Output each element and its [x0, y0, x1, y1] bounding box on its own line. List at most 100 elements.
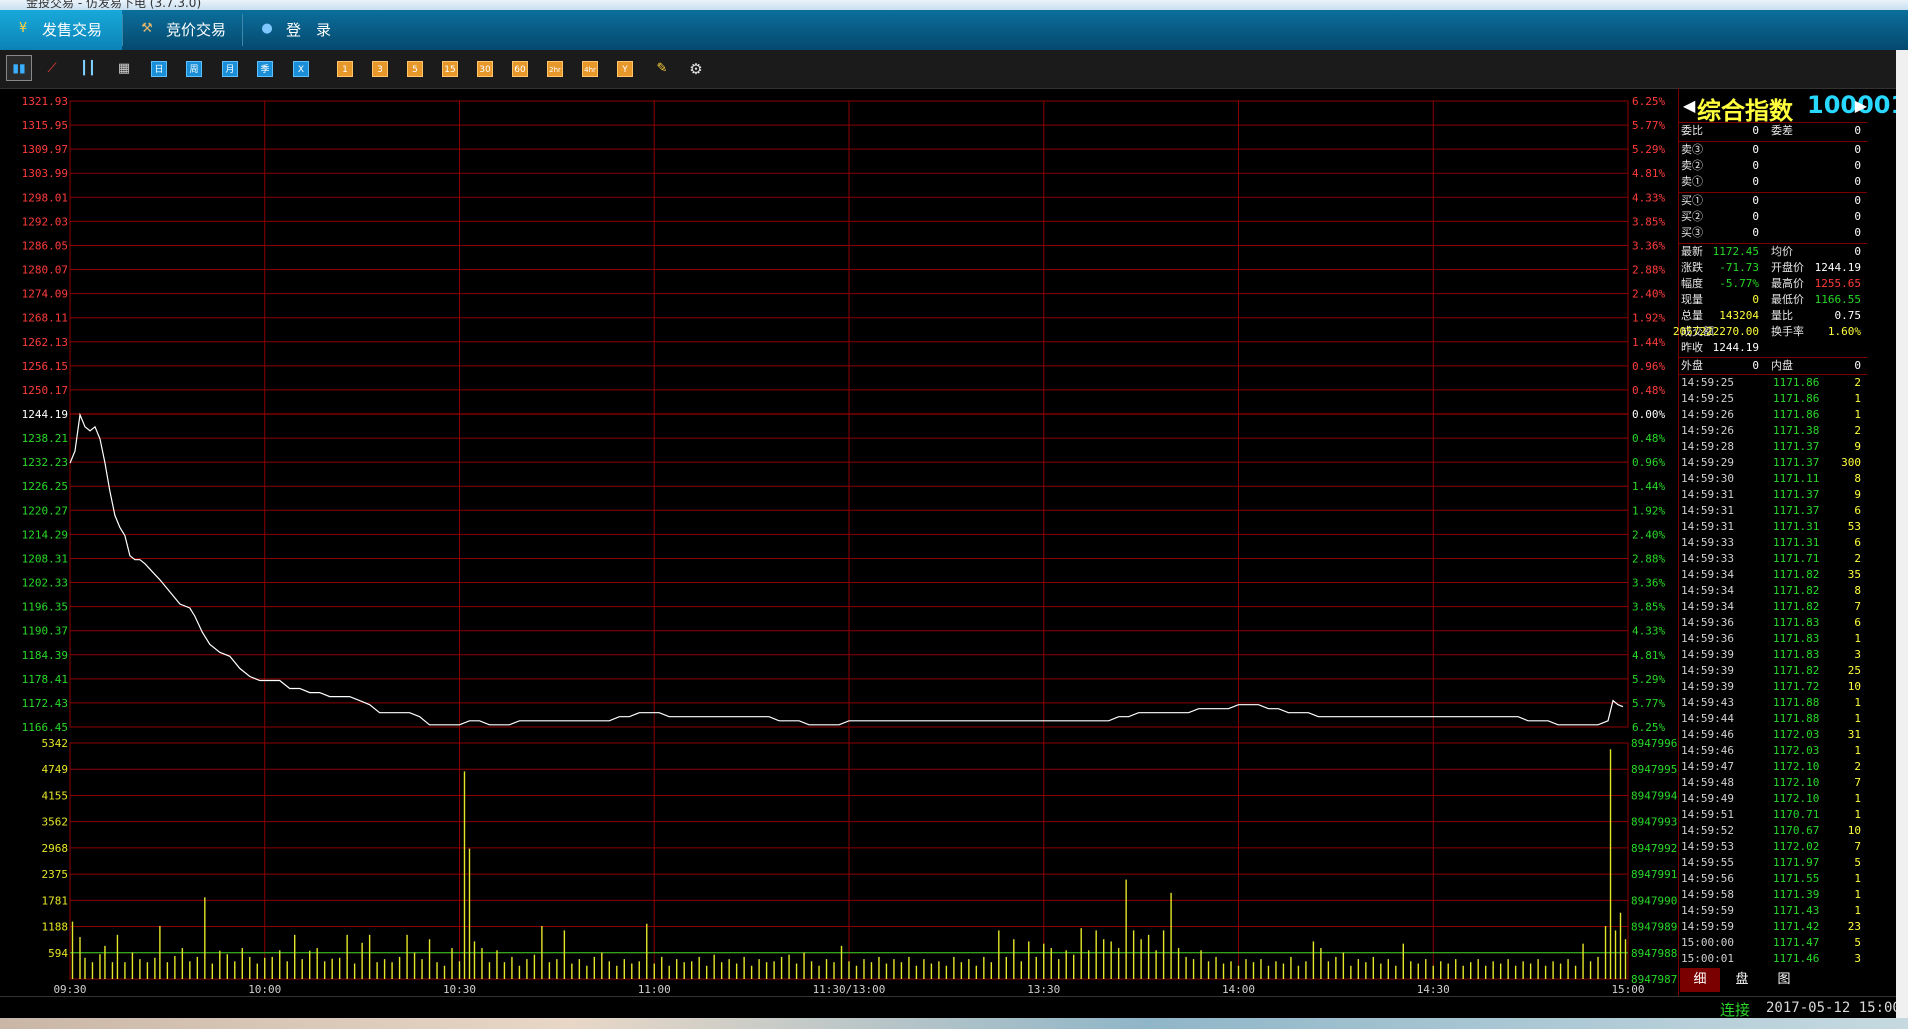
price-tick-label: 1172.43	[22, 697, 68, 710]
tick-volume: 3	[1854, 952, 1861, 965]
outer-label: 外盘	[1681, 359, 1703, 372]
tick-volume: 2	[1854, 424, 1861, 437]
stat-value: 1172.45	[1712, 245, 1759, 258]
window-edge	[1896, 50, 1908, 1018]
price-line	[69, 412, 1624, 726]
time-tick-label: 13:30	[1027, 983, 1060, 996]
kline-chart-icon[interactable]: ┃┃	[80, 61, 96, 77]
price-tick-label: 1274.09	[22, 288, 68, 301]
tick-price: 1171.42	[1773, 920, 1820, 933]
auction-icon: ⚒	[141, 21, 153, 36]
tick-volume: 1	[1854, 632, 1861, 645]
tab-sale-trading[interactable]: ¥ 发售交易	[0, 10, 122, 50]
stat-value: -71.73	[1719, 261, 1759, 274]
pct-tick-label: 2.88%	[1632, 264, 1665, 277]
line-chart-icon[interactable]: ⟋	[44, 61, 60, 77]
period-week-button[interactable]: 周	[186, 61, 202, 77]
tick-price: 1170.71	[1773, 808, 1820, 821]
pct-tick-label: 0.96%	[1632, 456, 1665, 469]
tick-price: 1171.71	[1773, 552, 1820, 565]
tick-time: 14:59:34	[1681, 584, 1734, 597]
tick-row: 14:59:33 1171.31 6	[1681, 535, 1865, 551]
price-tick-label: 1226.25	[22, 480, 68, 493]
tick-volume: 1	[1854, 392, 1861, 405]
time-tick-label: 10:00	[248, 983, 281, 996]
tick-row: 14:59:30 1171.11 8	[1681, 471, 1865, 487]
minute-30-button[interactable]: 30	[477, 61, 493, 77]
pct-tick-label: 5.77%	[1632, 119, 1665, 132]
minute-3-button[interactable]: 3	[372, 61, 388, 77]
tick-price: 1171.11	[1773, 472, 1820, 485]
volume-tick-label: 5342	[42, 737, 69, 750]
pct-tick-label: 4.81%	[1632, 649, 1665, 662]
buy-level-label: 买①	[1681, 194, 1703, 207]
price-tick-label: 1286.05	[22, 239, 68, 252]
pct-tick-label: 5.77%	[1632, 697, 1665, 710]
stat-value: 0.75	[1834, 309, 1862, 322]
stat-value: 2057222270.00	[1672, 325, 1759, 338]
next-arrow-icon[interactable]: ▶	[1855, 96, 1867, 115]
stat-value: 1.60%	[1827, 325, 1861, 338]
tick-volume: 10	[1847, 824, 1861, 837]
tick-price: 1171.38	[1773, 424, 1820, 437]
tick-time: 14:59:29	[1681, 456, 1734, 469]
tick-volume: 1	[1854, 888, 1861, 901]
tab-detail[interactable]: 细	[1680, 968, 1720, 992]
sell-volume: 0	[1854, 159, 1861, 172]
minute-5-button[interactable]: 5	[407, 61, 423, 77]
price-tick-label: 1166.45	[22, 721, 68, 734]
tick-price: 1172.10	[1773, 760, 1820, 773]
hour-4-button[interactable]: 4hr	[582, 61, 598, 77]
gear-icon[interactable]: ⚙	[688, 61, 704, 77]
timeshare-chart-icon[interactable]: ▮▮	[6, 55, 32, 81]
pct-tick-label: 5.29%	[1632, 143, 1665, 156]
chart-toolbar: ▮▮ ⟋ ┃┃ ▦ 日 周 月 季 X 1 3 5 15 30 60 2hr 4…	[0, 50, 1908, 89]
pct-tick-label: 2.40%	[1632, 288, 1665, 301]
tick-volume: 5	[1854, 856, 1861, 869]
period-x-button[interactable]: X	[293, 61, 309, 77]
tick-time: 15:00:01	[1681, 952, 1734, 965]
tab-login[interactable]: ● 登 录	[244, 10, 354, 50]
tick-row: 14:59:51 1170.71 1	[1681, 807, 1865, 823]
price-tick-label: 1244.19	[22, 408, 68, 421]
tick-row: 14:59:25 1171.86 1	[1681, 391, 1865, 407]
volume-right-tick-label: 8947991	[1631, 868, 1677, 881]
price-tick-label: 1292.03	[22, 215, 68, 228]
volume-tick-label: 1781	[42, 894, 69, 907]
stat-label: 最高价	[1771, 277, 1804, 290]
hour-2-button[interactable]: 2hr	[547, 61, 563, 77]
time-tick-label: 15:00	[1611, 983, 1644, 996]
title-bar: 金投交易 - 仿发易下电 (3.7.3.0)	[0, 0, 1908, 10]
minute-15-button[interactable]: 15	[442, 61, 458, 77]
stat-label: 昨收	[1681, 341, 1703, 354]
prev-arrow-icon[interactable]: ◀	[1683, 96, 1695, 115]
stat-label: 换手率	[1771, 325, 1804, 338]
buy-volume: 0	[1854, 226, 1861, 239]
tick-time: 14:59:47	[1681, 760, 1734, 773]
tick-row: 14:59:46 1172.03 31	[1681, 727, 1865, 743]
field-label: 委差	[1771, 124, 1793, 137]
minute-1-button[interactable]: 1	[337, 61, 353, 77]
index-name: 综合指数	[1697, 97, 1793, 125]
price-tick-label: 1190.37	[22, 625, 68, 638]
calendar-icon[interactable]: ▦	[116, 61, 132, 77]
tick-row: 14:59:59 1171.42 23	[1681, 919, 1865, 935]
year-button[interactable]: Y	[617, 61, 633, 77]
minute-60-button[interactable]: 60	[512, 61, 528, 77]
tab-auction-trading[interactable]: ⚒ 竞价交易	[124, 10, 242, 50]
tick-time: 14:59:59	[1681, 920, 1734, 933]
tick-time: 14:59:36	[1681, 632, 1734, 645]
tab-chart[interactable]: 图	[1764, 968, 1804, 992]
tick-price: 1172.02	[1773, 840, 1820, 853]
tick-volume: 300	[1841, 456, 1861, 469]
period-quarter-button[interactable]: 季	[257, 61, 273, 77]
tick-time: 14:59:25	[1681, 392, 1734, 405]
period-month-button[interactable]: 月	[222, 61, 238, 77]
stat-row: 涨跌 -71.73 开盘价 1244.19	[1681, 260, 1865, 276]
pct-tick-label: 0.00%	[1632, 408, 1665, 421]
tick-time: 14:59:33	[1681, 552, 1734, 565]
sell-price: 0	[1752, 175, 1759, 188]
tab-book[interactable]: 盘	[1722, 968, 1762, 992]
draw-pencil-icon[interactable]: ✎	[654, 61, 670, 77]
period-day-button[interactable]: 日	[151, 61, 167, 77]
